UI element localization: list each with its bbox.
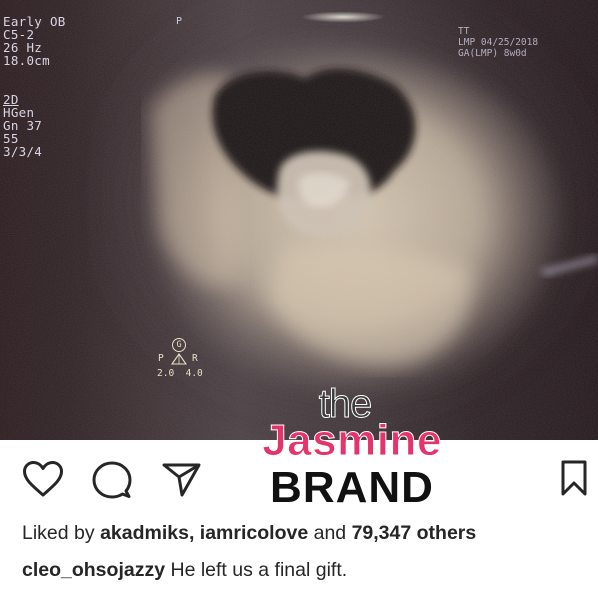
liked-users-link[interactable]: akadmiks, iamricolove [100, 522, 308, 544]
info-line: GA(LMP) 8w0d [458, 48, 527, 59]
orientation-triangle-icon [171, 353, 187, 365]
comment-icon[interactable] [92, 460, 132, 500]
liked-prefix: Liked by [22, 522, 95, 544]
ultrasound-photo: Early OB C5-2 26 Hz 18.0cm 2D HGen Gn 37… [0, 0, 598, 440]
username-link[interactable]: cleo_ohsojazzy [22, 559, 165, 581]
orientation-marker: G P R 2.0 4.0 [155, 338, 205, 382]
orientation-left: P [158, 353, 164, 364]
liked-and: and [313, 522, 347, 544]
orientation-g: G [172, 338, 186, 352]
caption-text: He left us a final gift. [170, 559, 348, 581]
ultrasound-scan-graphic [0, 0, 598, 440]
post-action-bar [0, 440, 598, 514]
scan-readout: Early OB C5-2 26 Hz 18.0cm [3, 15, 66, 67]
mode-line: 3/3/4 [3, 144, 43, 159]
caption-line: cleo_ohsojazzy He left us a final gift. [22, 558, 592, 582]
probe-marker: P [176, 16, 183, 27]
likes-line: Liked by akadmiks, iamricolove and 79,34… [22, 521, 592, 545]
info-line: TT [458, 26, 470, 37]
orientation-right: R [192, 353, 198, 364]
likes-count-link[interactable]: 79,347 others [352, 522, 477, 544]
info-line: LMP 04/25/2018 [458, 37, 539, 48]
share-icon[interactable] [162, 462, 202, 498]
scan-mode-readout: 2D HGen Gn 37 55 3/3/4 [3, 93, 42, 158]
depth-scale: 2.0 4.0 [157, 368, 203, 379]
heart-icon[interactable] [22, 460, 64, 498]
scan-info-top-right: TT LMP 04/25/2018 GA(LMP) 8w0d [458, 26, 593, 59]
bookmark-icon[interactable] [561, 460, 587, 496]
readout-line: 18.0cm [3, 53, 50, 68]
